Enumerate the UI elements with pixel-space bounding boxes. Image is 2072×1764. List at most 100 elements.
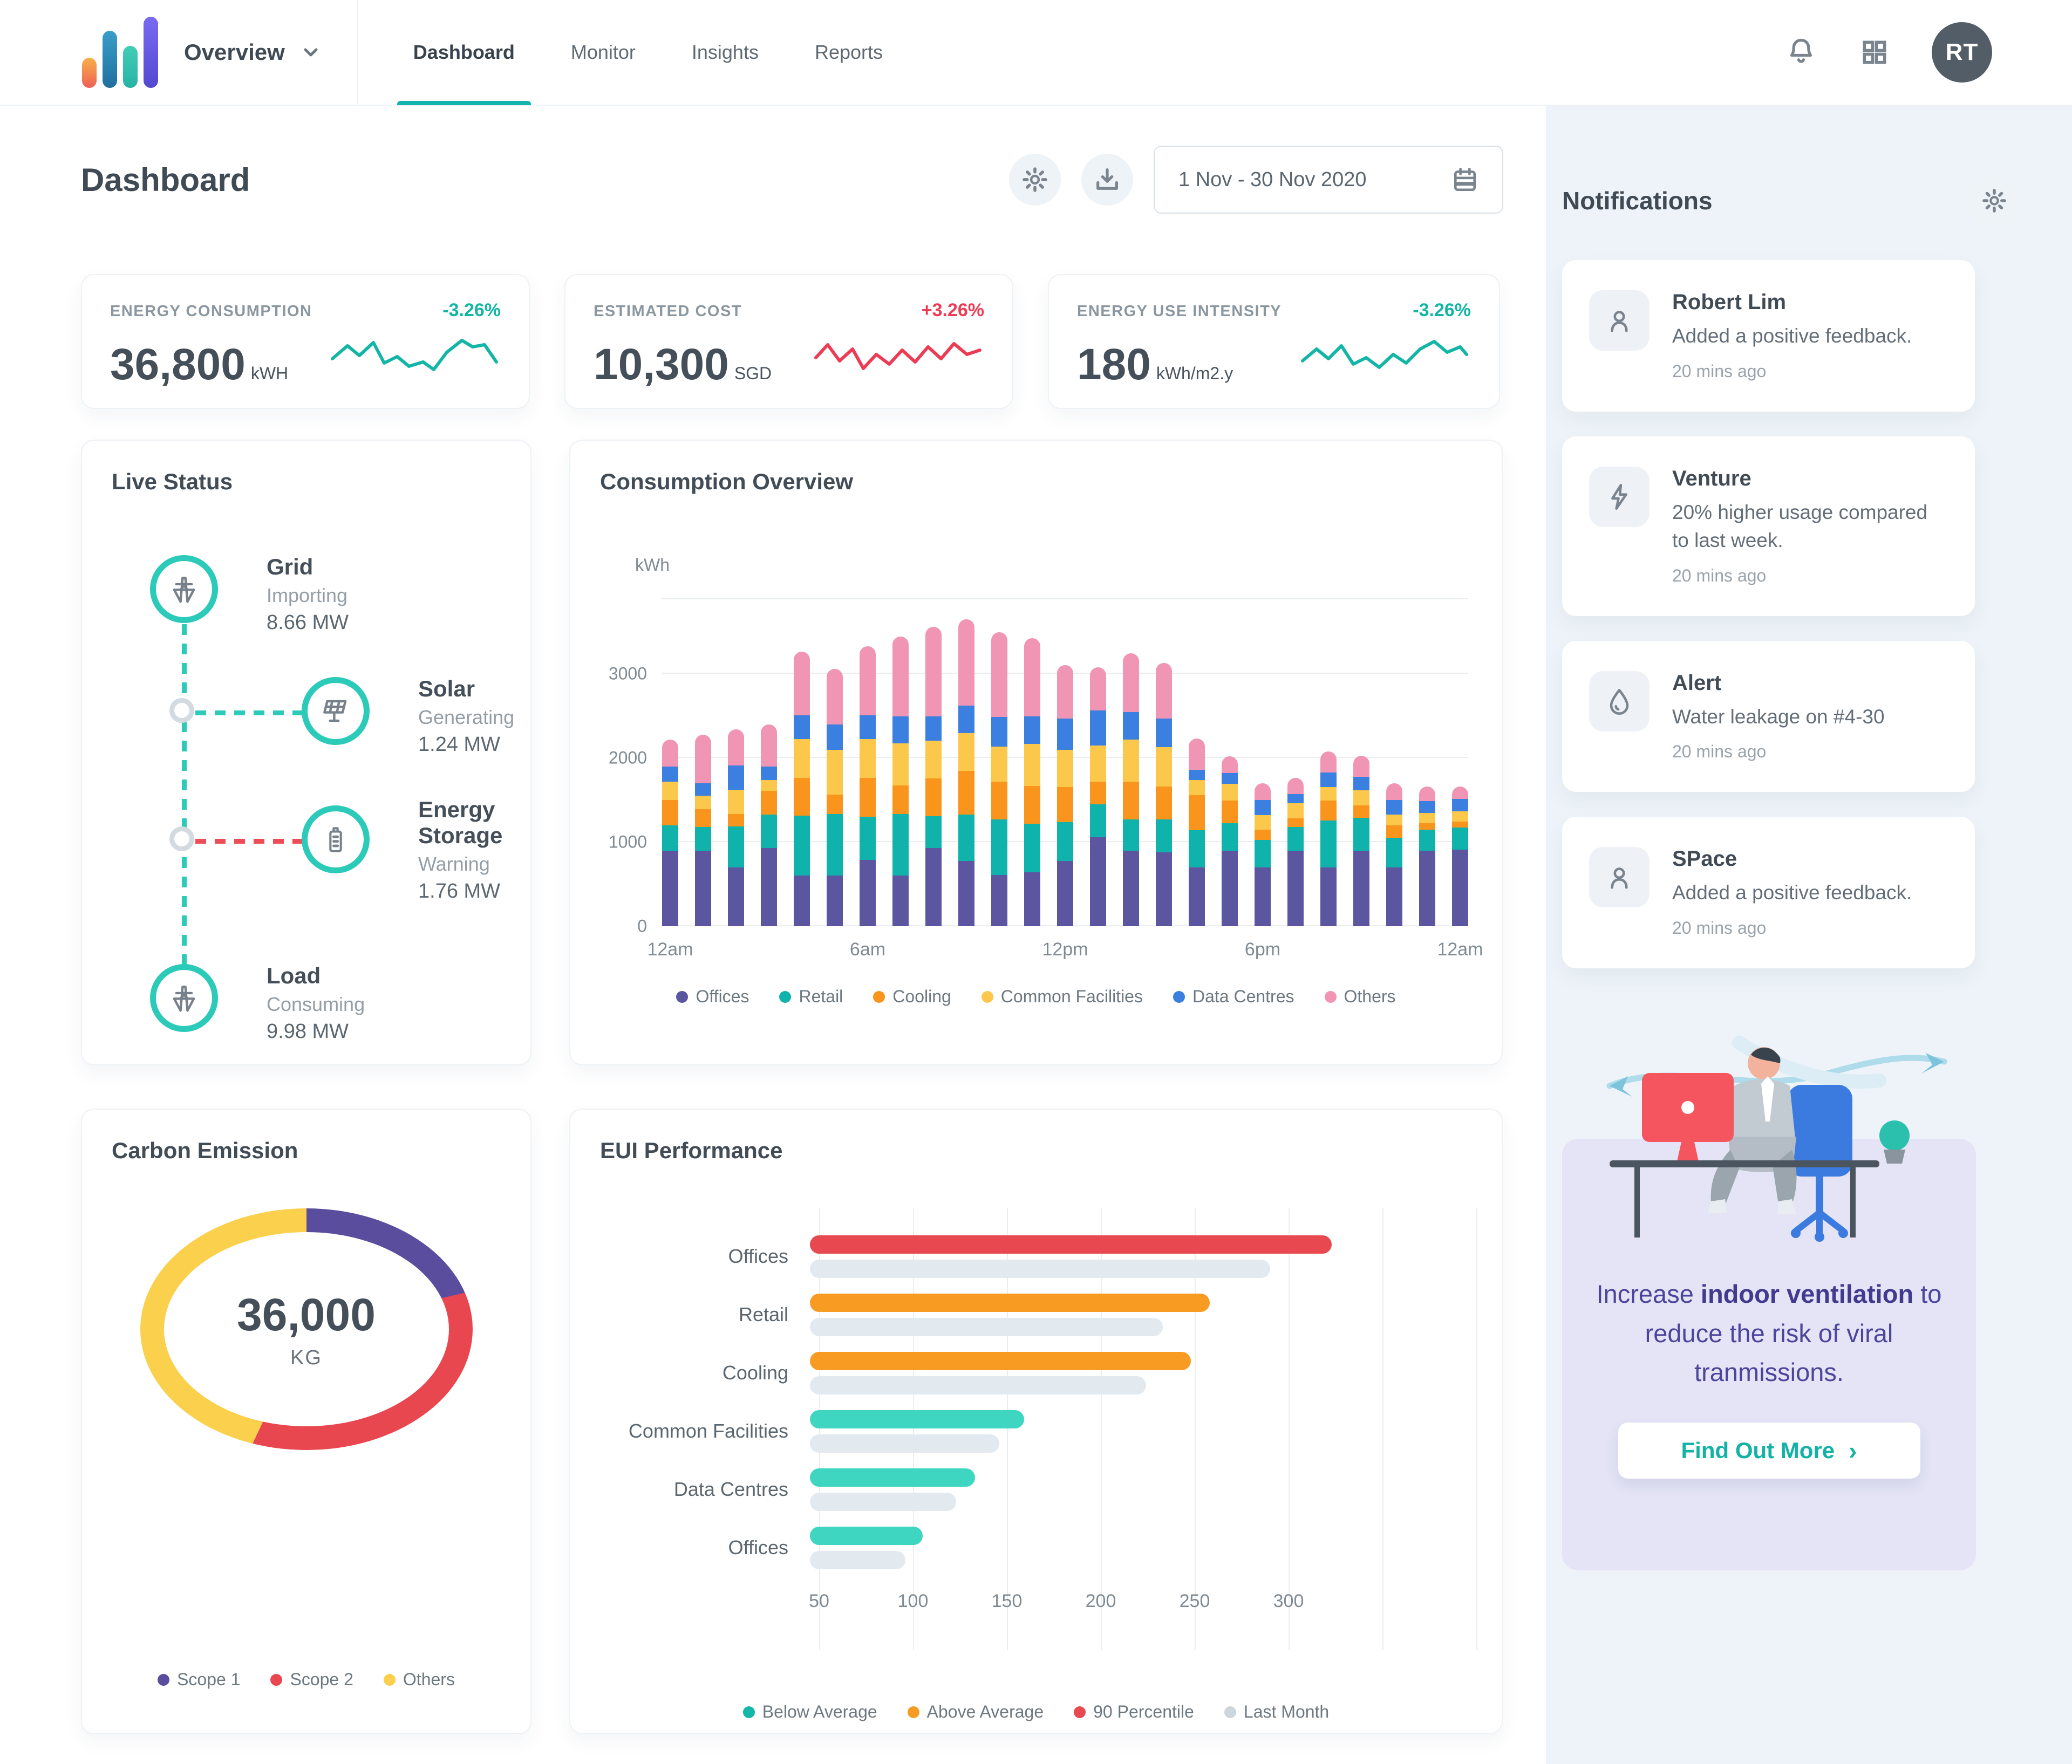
- notifications-bell-button[interactable]: [1785, 36, 1817, 69]
- tab-monitor[interactable]: Monitor: [543, 0, 664, 105]
- bar-segment-common-facilities: [662, 782, 678, 800]
- stacked-bar: [1255, 783, 1271, 926]
- notification-settings-button[interactable]: [1968, 175, 2020, 227]
- load-node[interactable]: [150, 964, 218, 1032]
- bar-segment-data-centres: [1320, 772, 1337, 787]
- bar-segment-retail: [827, 814, 843, 876]
- eui-row-data-centres: Data Centres: [600, 1460, 1469, 1519]
- energy-storage-node[interactable]: [302, 805, 370, 873]
- legend-dot: [1074, 1706, 1086, 1718]
- bar-segment-others: [827, 669, 843, 724]
- solar-node[interactable]: [302, 677, 370, 745]
- notification-time: 20 mins ago: [1672, 918, 1912, 938]
- bar-segment-retail: [1452, 828, 1468, 850]
- x-tick-label: 6pm: [1245, 939, 1280, 960]
- promo-text-highlight: indoor ventilation: [1701, 1280, 1913, 1308]
- bar-segment-cooling: [991, 782, 1007, 819]
- notification-card[interactable]: Venture 20% higher usage compared to las…: [1562, 436, 1975, 616]
- notification-title: Venture: [1672, 467, 1948, 491]
- date-range-picker[interactable]: 1 Nov - 30 Nov 2020: [1154, 146, 1503, 214]
- notification-card[interactable]: SPace Added a positive feedback. 20 mins…: [1562, 817, 1975, 968]
- logo-bar: [103, 31, 117, 88]
- bar-segment-others: [1222, 756, 1238, 773]
- bar-segment-offices: [695, 851, 711, 926]
- bar-segment-common-facilities: [761, 780, 777, 791]
- bar-segment-common-facilities: [892, 743, 909, 785]
- notification-card[interactable]: Robert Lim Added a positive feedback. 20…: [1562, 260, 1975, 412]
- x-tick-label: 150: [992, 1591, 1023, 1612]
- tab-reports[interactable]: Reports: [787, 0, 911, 105]
- bar-segment-common-facilities: [1353, 790, 1369, 805]
- bar-segment-others: [860, 646, 876, 715]
- bar-segment-others: [1452, 787, 1468, 799]
- bar-segment-retail: [958, 815, 974, 861]
- bar-segment-common-facilities: [1222, 784, 1238, 801]
- kpi-value: 10,300: [594, 340, 729, 389]
- node-value: 1.24 MW: [418, 733, 514, 756]
- settings-button[interactable]: [1009, 154, 1061, 206]
- bar-segment-others: [1024, 638, 1040, 716]
- stacked-bar: [1024, 638, 1040, 926]
- flow-line-storage: [195, 839, 303, 844]
- workspace-switcher[interactable]: Overview: [184, 39, 322, 65]
- kpi-delta-badge: -3.26%: [442, 300, 501, 321]
- bar-segment-common-facilities: [1024, 744, 1040, 786]
- bar-segment-retail: [761, 815, 777, 848]
- kpi-unit: kWH: [251, 364, 288, 383]
- user-icon: [1604, 862, 1635, 893]
- legend-item: Scope 2: [270, 1670, 353, 1690]
- header-divider: [357, 0, 358, 105]
- value-bar: [810, 1352, 1191, 1370]
- bar-segment-cooling: [1189, 795, 1205, 830]
- bar-segment-others: [991, 632, 1007, 717]
- bar-segment-offices: [1353, 851, 1369, 926]
- user-avatar[interactable]: RT: [1932, 22, 1992, 83]
- bar-segment-offices: [1156, 852, 1172, 926]
- bar-segment-retail: [1090, 804, 1106, 837]
- legend-item: Cooling: [873, 987, 951, 1007]
- eui-row-offices: Offices: [600, 1519, 1469, 1577]
- solar-node-info: Solar Generating 1.24 MW: [418, 676, 514, 756]
- node-status: Importing: [267, 584, 349, 607]
- x-tick-label: 100: [898, 1591, 929, 1612]
- find-out-more-button[interactable]: Find Out More ›: [1618, 1423, 1920, 1479]
- eui-legend: Below AverageAbove Average90 PercentileL…: [570, 1702, 1502, 1722]
- node-status: Consuming: [267, 993, 365, 1016]
- tab-dashboard[interactable]: Dashboard: [385, 0, 543, 105]
- eui-title: EUI Performance: [600, 1138, 1472, 1164]
- bar-segment-retail: [1353, 818, 1369, 851]
- stacked-bar: [1057, 665, 1073, 926]
- bar-segment-others: [1419, 787, 1435, 801]
- bar-segment-cooling: [761, 791, 777, 815]
- grid-node[interactable]: [150, 555, 218, 623]
- bar-segment-cooling: [695, 809, 711, 827]
- workspace-label: Overview: [184, 39, 285, 65]
- tab-insights[interactable]: Insights: [664, 0, 787, 105]
- bar-segment-cooling: [1222, 801, 1238, 823]
- bar-segment-cooling: [1386, 825, 1402, 838]
- bar-segment-retail: [794, 816, 810, 876]
- bar-segment-others: [1189, 739, 1205, 770]
- legend-label: Below Average: [762, 1702, 877, 1722]
- legend-item: Offices: [676, 987, 749, 1007]
- apps-grid-button[interactable]: [1859, 37, 1890, 67]
- download-report-button[interactable]: [1081, 154, 1133, 206]
- stacked-bar: [794, 652, 810, 926]
- bar-segment-offices: [1255, 867, 1271, 926]
- legend-label: Scope 1: [177, 1670, 240, 1690]
- bar-segment-common-facilities: [827, 750, 843, 795]
- last-month-bar: [810, 1260, 1270, 1278]
- bar-segment-cooling: [728, 814, 744, 826]
- eui-row-offices: Offices: [600, 1227, 1469, 1286]
- notifications-header: Notifications: [1562, 175, 2072, 227]
- notification-card[interactable]: Alert Water leakage on #4-30 20 mins ago: [1562, 641, 1975, 792]
- notification-time: 20 mins ago: [1672, 361, 1912, 381]
- legend-label: Retail: [799, 987, 843, 1007]
- bar-segment-cooling: [925, 778, 942, 816]
- legend-item: 90 Percentile: [1074, 1702, 1194, 1722]
- lightning-bolt-icon: [1604, 481, 1635, 512]
- app-logo-icon[interactable]: [82, 17, 158, 88]
- bars-container: [662, 598, 1468, 926]
- bar-segment-cooling: [892, 785, 909, 814]
- bar-segment-data-centres: [1386, 800, 1402, 815]
